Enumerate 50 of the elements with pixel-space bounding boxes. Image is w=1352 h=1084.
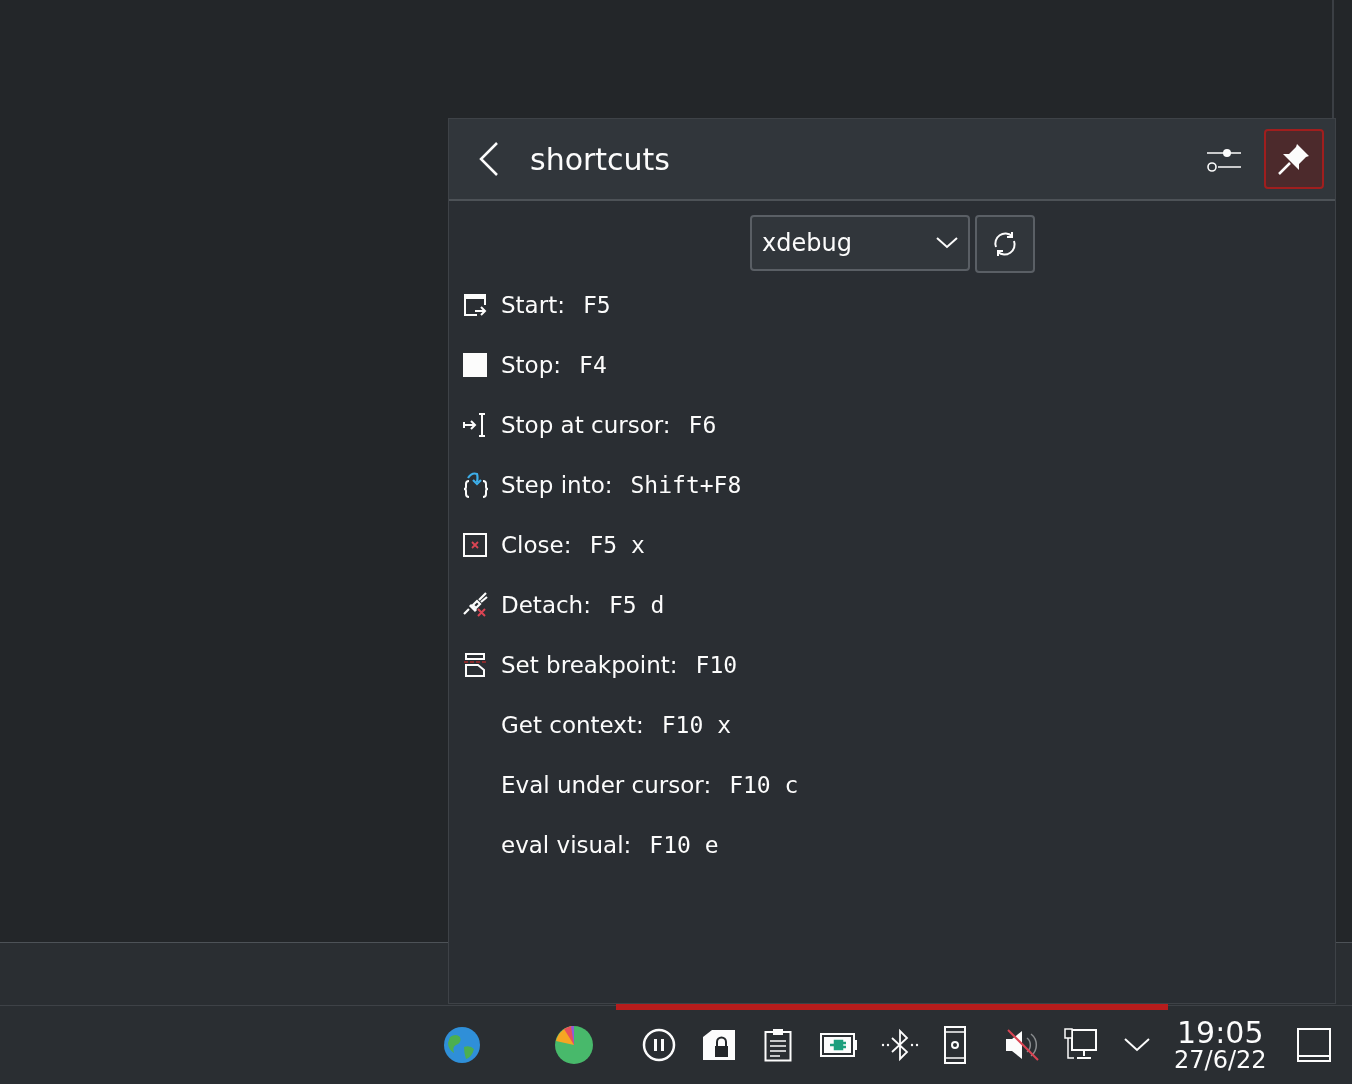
- muted-speaker-icon[interactable]: [1004, 1028, 1040, 1062]
- arrow-text-cursor-icon: [463, 413, 487, 437]
- shortcut-label: Get context:: [501, 712, 644, 738]
- back-icon[interactable]: [479, 142, 499, 176]
- refresh-icon: [992, 231, 1018, 257]
- shortcut-label: eval visual:: [501, 832, 632, 858]
- shortcut-label: Start:: [501, 292, 565, 318]
- chevron-down-icon[interactable]: [1124, 1038, 1150, 1052]
- stop-icon: [463, 353, 487, 377]
- refresh-button[interactable]: [975, 215, 1035, 273]
- braces-arrow-icon: [463, 472, 489, 498]
- popup-title: shortcuts: [530, 141, 671, 177]
- battery-charging-icon[interactable]: [820, 1033, 858, 1057]
- shortcut-key: F10 c: [729, 772, 799, 798]
- shortcut-label: Step into:: [501, 472, 613, 498]
- shortcut-label: Stop:: [501, 352, 562, 378]
- profile-dropdown[interactable]: xdebug: [750, 215, 970, 271]
- clock-date: 27/6/22: [1174, 1048, 1267, 1072]
- shortcut-key: F10: [695, 652, 738, 678]
- shortcut-key: F5: [582, 292, 611, 318]
- phone-settings-icon[interactable]: [944, 1026, 966, 1064]
- pause-icon[interactable]: [642, 1028, 676, 1062]
- pie-chart-icon[interactable]: [554, 1025, 594, 1065]
- pin-button[interactable]: [1264, 129, 1324, 189]
- shortcut-key: F5 x: [589, 532, 645, 558]
- shortcut-key: Shift+F8: [630, 472, 742, 498]
- shortcut-label: Set breakpoint:: [501, 652, 678, 678]
- clock[interactable]: 19:05 27/6/22: [1174, 1018, 1267, 1072]
- shortcut-label: Detach:: [501, 592, 591, 618]
- bluetooth-icon[interactable]: [880, 1028, 920, 1062]
- shortcut-key: F6: [688, 412, 717, 438]
- breakpoint-icon: [463, 653, 487, 677]
- window-x-icon: [463, 533, 487, 557]
- chevron-down-icon: [936, 237, 958, 249]
- shortcut-key: F10 x: [661, 712, 731, 738]
- window-arrow-icon: [463, 293, 487, 317]
- shortcut-label: Eval under cursor:: [501, 772, 712, 798]
- shortcut-label: Close:: [501, 532, 572, 558]
- network-monitor-icon[interactable]: [1064, 1028, 1098, 1062]
- shortcut-label: Stop at cursor:: [501, 412, 671, 438]
- shortcut-key: F4: [579, 352, 607, 378]
- plug-x-icon: [463, 592, 489, 618]
- clipboard-icon[interactable]: [764, 1028, 792, 1062]
- clock-time: 19:05: [1177, 1018, 1264, 1048]
- shortcut-key: F10 e: [649, 832, 719, 858]
- show-desktop-icon[interactable]: [1296, 1028, 1331, 1062]
- globe-icon[interactable]: [442, 1025, 482, 1065]
- folder-lock-icon[interactable]: [702, 1029, 736, 1061]
- pin-icon: [1277, 142, 1311, 176]
- shortcut-key: F5 d: [608, 592, 665, 618]
